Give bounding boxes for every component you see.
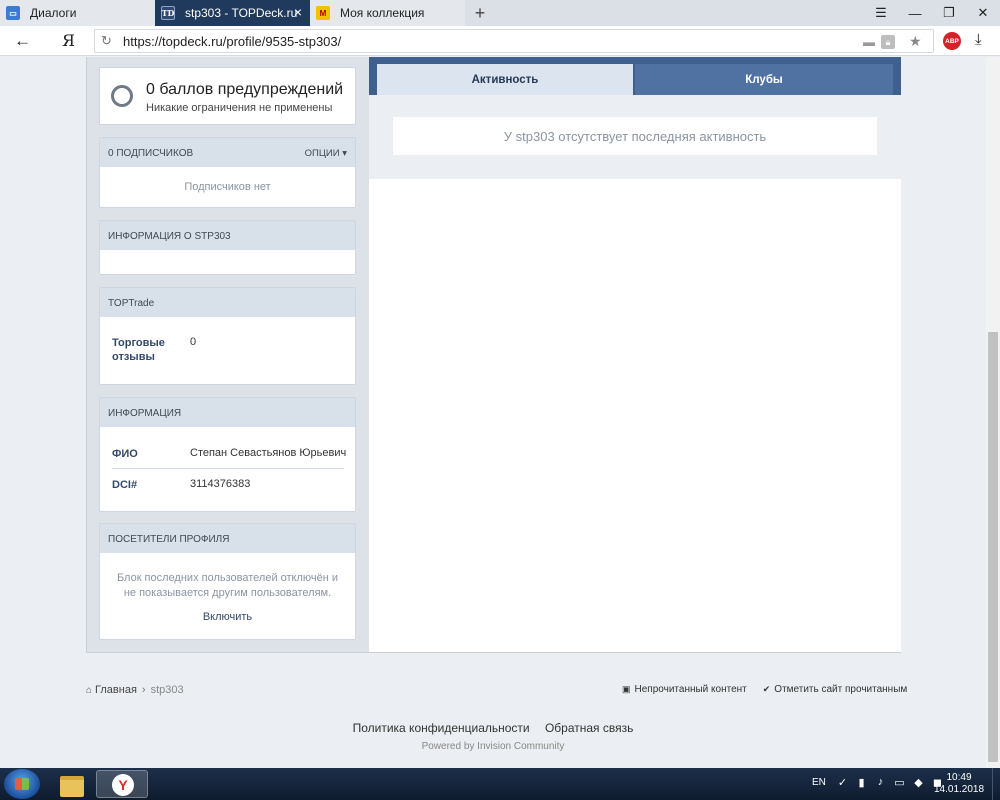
activity-area: У stp303 отсутствует последняя активност…: [369, 95, 901, 179]
warning-points-box: 0 баллов предупреждений Никакие ограниче…: [99, 67, 356, 125]
options-label: Опции: [304, 148, 340, 159]
subscribers-box: 0 подписчиков Опции ▾ Подписчиков нет: [99, 137, 356, 208]
about-user-header: Информация о stp303: [100, 221, 355, 250]
unread-icon: ▣: [622, 684, 631, 694]
information-header: Информация: [100, 398, 355, 427]
tab-label: stp303 - TOPDeck.ru: [185, 6, 298, 20]
reader-mode-icon[interactable]: ▬: [863, 35, 875, 49]
windows-taskbar: Y EN ✓ ▮ ♪ ▭ ◆ ◼ 10:49 14.01.2018: [0, 768, 1000, 800]
browser-tab-profile[interactable]: TD stp303 - TOPDeck.ru ×: [155, 0, 310, 26]
trade-reviews-value: 0: [190, 336, 197, 348]
trade-reviews-label: Торговые отзывы: [112, 337, 165, 363]
chevron-right-icon: ›: [141, 684, 146, 696]
dci-value: 3114376383: [190, 478, 251, 490]
show-desktop-button[interactable]: [992, 768, 1000, 800]
system-clock[interactable]: 10:49 14.01.2018: [934, 772, 984, 796]
new-tab-button[interactable]: +: [465, 0, 495, 26]
address-bar: ← Я ↻ https://topdeck.ru/profile/9535-st…: [0, 26, 1000, 56]
topdeck-favicon: TD: [161, 6, 175, 20]
url-text[interactable]: https://topdeck.ru/profile/9535-stp303/: [123, 34, 341, 49]
breadcrumb: ⌂ Главная › stp303: [86, 684, 184, 696]
no-subscribers-text: Подписчиков нет: [184, 181, 271, 193]
app-tray-icon[interactable]: ◆: [912, 776, 925, 789]
subscribers-count-label: 0 подписчиков: [108, 148, 194, 159]
profile-tabs: Активность Клубы: [369, 57, 901, 95]
caret-down-icon: ▾: [342, 148, 347, 159]
toptrade-header: TOPTrade: [100, 288, 355, 317]
close-tab-icon[interactable]: ×: [294, 5, 302, 19]
adblock-plus-icon[interactable]: ABP: [943, 32, 961, 50]
activity-panel: Активность Клубы У stp303 отсутствует по…: [369, 57, 901, 652]
about-user-box: Информация о stp303: [99, 220, 356, 275]
clock-date: 14.01.2018: [934, 784, 985, 795]
powered-by-text[interactable]: Powered by Invision Community: [0, 741, 986, 752]
tab-label: Диалоги: [30, 6, 77, 20]
network-icon[interactable]: ▮: [855, 776, 868, 789]
yandex-icon: Y: [112, 774, 134, 796]
tab-activity[interactable]: Активность: [377, 64, 633, 95]
enable-visitors-link[interactable]: Включить: [100, 611, 355, 623]
download-icon[interactable]: ⤓: [975, 31, 982, 48]
toptrade-box: TOPTrade Торговые отзывы 0: [99, 287, 356, 385]
back-arrow-icon[interactable]: ←: [14, 31, 31, 51]
scrollbar-thumb[interactable]: [988, 332, 998, 762]
mark-read-label: Отметить сайт прочитанным: [774, 684, 908, 695]
vk-icon[interactable]: ✓: [836, 776, 849, 789]
options-dropdown[interactable]: Опции ▾: [305, 148, 347, 159]
browser-tab-bar: ▭ Диалоги TD stp303 - TOPDeck.ru × M Моя…: [0, 0, 1000, 26]
profile-visitors-header: Посетители профиля: [100, 524, 355, 553]
window-controls: ☰ — ❐ ✕: [864, 0, 1000, 26]
clock-time: 10:49: [946, 772, 972, 783]
tab-clubs[interactable]: Клубы: [635, 64, 893, 95]
unread-content-link[interactable]: ▣ Непрочитанный контент: [622, 684, 747, 695]
breadcrumb-current[interactable]: stp303: [151, 684, 184, 696]
no-activity-text: У stp303 отсутствует последняя активност…: [393, 117, 877, 155]
explorer-taskbar-icon[interactable]: [46, 770, 98, 798]
minimize-icon[interactable]: —: [898, 0, 932, 26]
yandex-browser-taskbar-icon[interactable]: Y: [96, 770, 148, 798]
yandex-button[interactable]: Я: [62, 31, 75, 50]
menu-icon[interactable]: ☰: [864, 0, 898, 26]
lock-icon[interactable]: 🔒︎: [881, 35, 895, 49]
footer-links: Политика конфиденциальности Обратная свя…: [0, 721, 986, 735]
page-scrollbar[interactable]: [986, 57, 1000, 768]
profile-content: 0 баллов предупреждений Никакие ограниче…: [86, 57, 901, 653]
warning-points-subtitle: Никакие ограничения не применены: [146, 102, 333, 114]
system-tray: ✓ ▮ ♪ ▭ ◆ ◼: [836, 776, 944, 789]
page-viewport: 0 баллов предупреждений Никакие ограниче…: [0, 57, 986, 768]
footer-actions: ▣ Непрочитанный контент ✔ Отметить сайт пр…: [622, 684, 907, 695]
subscribers-header: 0 подписчиков Опции ▾: [100, 138, 355, 167]
browser-tab-dialogs[interactable]: ▭ Диалоги: [0, 0, 155, 26]
message-icon: ▭: [6, 6, 20, 20]
field-divider: [112, 468, 344, 469]
mark-read-link[interactable]: ✔ Отметить сайт прочитанным: [763, 684, 908, 695]
close-window-icon[interactable]: ✕: [966, 0, 1000, 26]
language-indicator[interactable]: EN: [812, 777, 826, 788]
information-box: Информация ФИО Степан Севастьянов Юрьеви…: [99, 397, 356, 512]
browser-tab-collection[interactable]: M Моя коллекция: [310, 0, 465, 26]
url-field[interactable]: ↻ https://topdeck.ru/profile/9535-stp303…: [94, 29, 934, 53]
warning-points-title: 0 баллов предупреждений: [146, 81, 344, 98]
collection-icon: M: [316, 6, 330, 20]
warning-ring-icon: [111, 85, 133, 107]
unread-content-label: Непрочитанный контент: [634, 684, 747, 695]
fio-label: ФИО: [112, 448, 138, 460]
bookmark-star-icon[interactable]: ★: [909, 33, 922, 50]
monitor-icon[interactable]: ▭: [893, 776, 906, 789]
privacy-policy-link[interactable]: Политика конфиденциальности: [353, 721, 530, 735]
breadcrumb-home[interactable]: Главная: [95, 684, 137, 696]
checkmark-icon: ✔: [762, 684, 771, 694]
feedback-link[interactable]: Обратная связь: [545, 721, 633, 735]
start-button[interactable]: [4, 769, 40, 799]
dci-label: DCI#: [112, 479, 138, 491]
visitors-disabled-text: Блок последних пользователей отключён и …: [116, 572, 339, 599]
tab-label: Моя коллекция: [340, 6, 425, 20]
profile-visitors-box: Посетители профиля Блок последних пользо…: [99, 523, 356, 640]
fio-value: Степан Севастьянов Юрьевич: [190, 447, 347, 459]
volume-icon[interactable]: ♪: [874, 776, 887, 789]
restore-icon[interactable]: ❐: [932, 0, 966, 26]
home-icon: ⌂: [86, 684, 93, 696]
reload-icon[interactable]: ↻: [101, 33, 112, 49]
